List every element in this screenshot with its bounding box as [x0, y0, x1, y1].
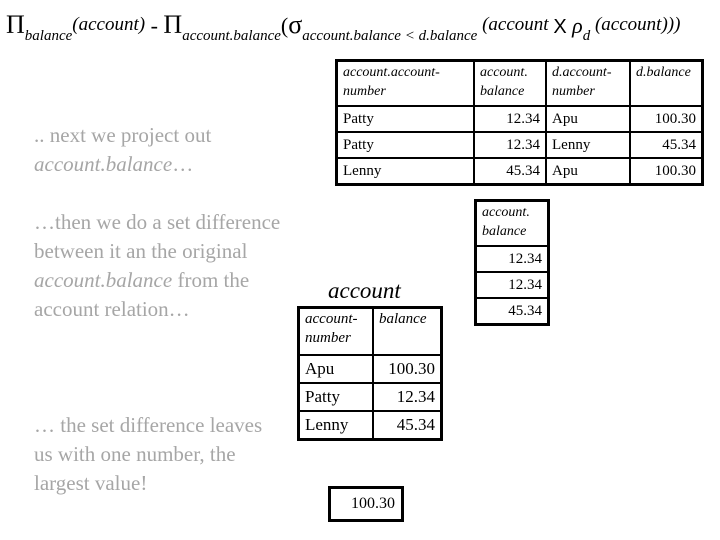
- table-cell: 45.34: [474, 297, 550, 326]
- table-header-row: account.account-number account. balance …: [335, 59, 704, 107]
- table-row: Patty 12.34: [297, 382, 443, 412]
- projection-symbol-2: Π: [163, 10, 183, 39]
- projection-subscript: balance: [24, 28, 73, 44]
- inner-close: (account))): [590, 14, 681, 35]
- projection-table: account. balance 12.34 12.34 45.34: [474, 199, 550, 326]
- table-cell: Apu: [545, 105, 631, 133]
- note-set-difference: …then we do a set difference between it …: [34, 208, 294, 324]
- table-cell: 12.34: [474, 245, 550, 273]
- minus-operator: -: [145, 13, 164, 38]
- table-row: 12.34: [474, 271, 550, 299]
- table-header-row: account-number balance: [297, 306, 443, 356]
- table-row: 12.34: [474, 245, 550, 273]
- table-cell: 45.34: [372, 410, 443, 441]
- table-cell: Patty: [335, 131, 475, 159]
- rename-symbol: ρ: [566, 13, 583, 38]
- table-cell: 100.30: [629, 157, 704, 186]
- table-cell: 12.34: [372, 382, 443, 412]
- table-row: 45.34: [474, 297, 550, 326]
- table-cell: Apu: [297, 354, 374, 384]
- table-cell: Lenny: [545, 131, 631, 159]
- relational-algebra-formula: Πbalance(account) - Πaccount.balance(σac…: [6, 10, 681, 44]
- note-text-end: …: [172, 152, 194, 176]
- account-relation-table: account-number balance Apu 100.30 Patty …: [297, 306, 443, 441]
- result-value-box: 100.30: [328, 486, 404, 522]
- selection-condition: account.balance < d.balance: [302, 28, 478, 44]
- column-header: balance: [372, 306, 443, 356]
- column-header: d.account-number: [545, 59, 631, 107]
- table-header-row: account. balance: [474, 199, 550, 247]
- note-project: .. next we project out account.balance…: [34, 121, 294, 179]
- table-row: Apu 100.30: [297, 354, 443, 384]
- table-cell: Patty: [335, 105, 475, 133]
- note-italic: account.balance: [34, 152, 173, 176]
- inner-open: (account: [477, 14, 554, 35]
- selection-symbol: σ: [288, 10, 303, 39]
- table-cell: 12.34: [474, 271, 550, 299]
- table-cell: 100.30: [372, 354, 443, 384]
- table-row: Patty 12.34 Lenny 45.34: [335, 131, 704, 159]
- column-header: account-number: [297, 306, 374, 356]
- note-result: … the set difference leaves us with one …: [34, 413, 263, 495]
- note-italic: account.balance: [34, 268, 173, 292]
- projection-subscript-2: account.balance: [182, 28, 281, 44]
- column-header: account. balance: [473, 59, 547, 107]
- column-header: account. balance: [474, 199, 550, 247]
- table-cell: Lenny: [335, 157, 475, 186]
- projection-argument: (account): [72, 14, 146, 35]
- cross-product-table: account.account-number account. balance …: [335, 59, 704, 186]
- table-cell: 12.34: [473, 105, 547, 133]
- table-cell: 45.34: [629, 131, 704, 159]
- table-cell: 100.30: [629, 105, 704, 133]
- projection-symbol: Π: [6, 10, 25, 39]
- table-cell: 45.34: [473, 157, 547, 186]
- note-text: .. next we project out: [34, 123, 212, 147]
- table-row: Lenny 45.34: [297, 410, 443, 441]
- table-row: Lenny 45.34 Apu 100.30: [335, 157, 704, 186]
- table-cell: Patty: [297, 382, 374, 412]
- table-row: Patty 12.34 Apu 100.30: [335, 105, 704, 133]
- table-cell: Apu: [545, 157, 631, 186]
- account-relation-title: account: [328, 278, 401, 303]
- cross-product-symbol: X: [553, 16, 567, 38]
- column-header: d.balance: [629, 59, 704, 107]
- table-cell: 12.34: [473, 131, 547, 159]
- column-header: account.account-number: [335, 59, 475, 107]
- note-text: …then we do a set difference between it …: [34, 210, 281, 263]
- table-cell: Lenny: [297, 410, 374, 441]
